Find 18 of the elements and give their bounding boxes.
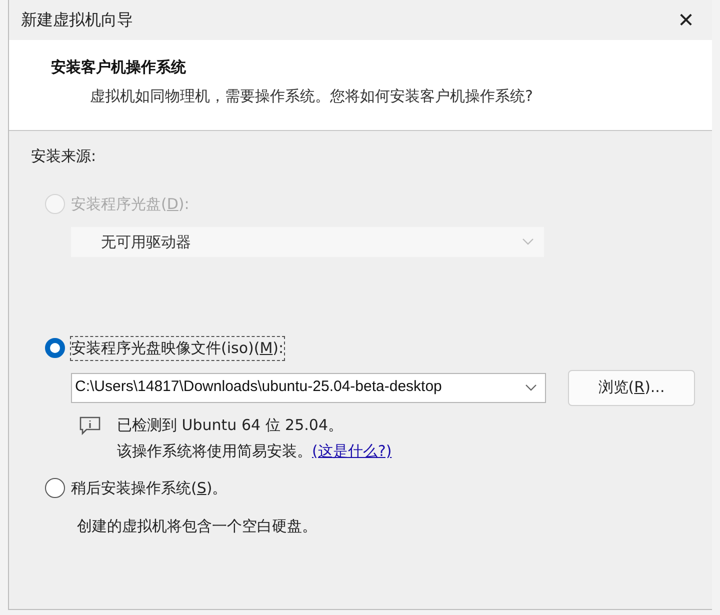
detection-message: 已检测到 Ubuntu 64 位 25.04。 (117, 414, 344, 436)
info-message-icon (79, 416, 101, 436)
close-button[interactable]: ✕ (670, 4, 702, 36)
easy-install-note: 该操作系统将使用简易安装。 (117, 441, 312, 462)
page-subtitle: 虚拟机如同物理机，需要操作系统。您将如何安装客户机操作系统? (89, 86, 534, 106)
browse-button[interactable]: 浏览(R)... (568, 370, 695, 406)
what-is-this-link[interactable]: (这是什么?) (312, 440, 392, 462)
chevron-down-icon (525, 384, 537, 392)
radio-button[interactable] (45, 478, 65, 498)
option-label[interactable]: 安装程序光盘映像文件(iso)(M): (71, 337, 284, 360)
page-title: 安装客户机操作系统 (51, 57, 187, 78)
blank-disk-note: 创建的虚拟机将包含一个空白硬盘。 (77, 516, 318, 537)
radio-button[interactable] (45, 338, 65, 358)
section-label: 安装来源: (31, 146, 98, 167)
window-title: 新建虚拟机向导 (21, 9, 133, 31)
iso-path-dropdown[interactable]: C:\Users\14817\Downloads\ubuntu-25.04-beta-desktop (71, 372, 546, 402)
option-label[interactable]: 稍后安装操作系统(S)。 (71, 476, 228, 499)
chevron-down-icon (522, 238, 534, 246)
